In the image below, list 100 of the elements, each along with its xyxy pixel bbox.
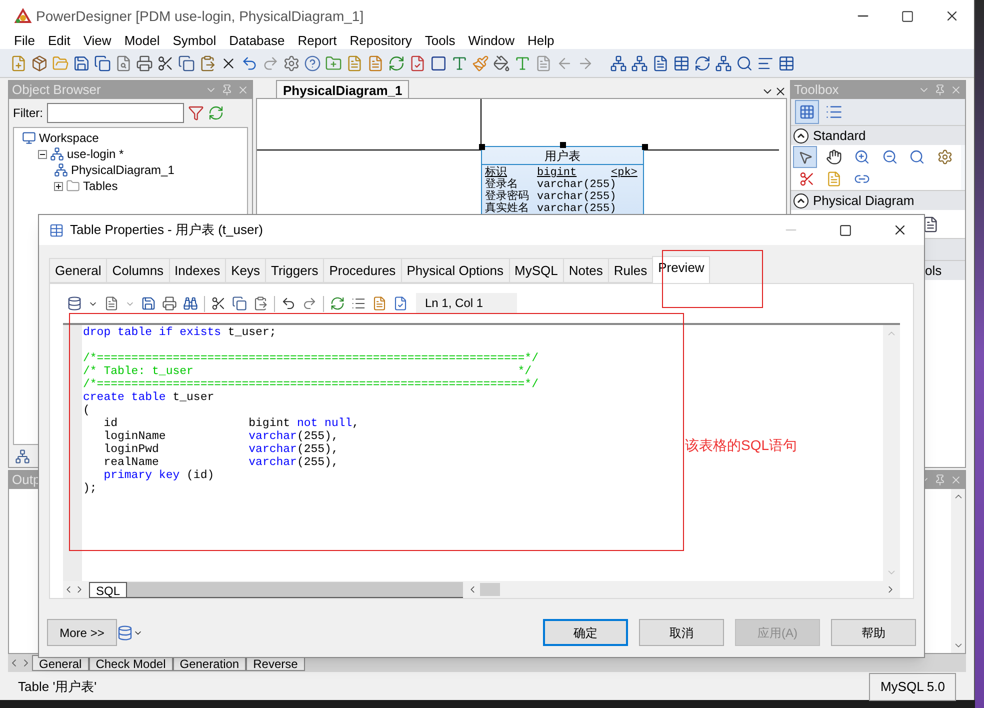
filter-field[interactable] — [47, 103, 184, 123]
tab[interactable]: Rules — [608, 258, 654, 283]
toolbox-section-header[interactable]: Standard — [791, 125, 965, 145]
collapse-icon[interactable] — [793, 192, 809, 208]
tree-item[interactable]: use-login * — [67, 145, 124, 163]
menu-item[interactable]: View — [77, 32, 118, 48]
page-icon[interactable] — [652, 54, 669, 72]
edit-icon[interactable] — [104, 296, 119, 311]
document-icon[interactable] — [922, 216, 939, 232]
hand-icon[interactable] — [826, 149, 842, 165]
properties-icon[interactable] — [937, 149, 954, 165]
refresh-icon[interactable] — [388, 54, 405, 72]
tab[interactable]: Columns — [106, 258, 170, 283]
table-icon[interactable] — [673, 54, 690, 72]
new-file-icon[interactable] — [10, 54, 27, 72]
menu-item[interactable]: Model — [118, 32, 166, 48]
edit-file-icon[interactable] — [372, 296, 387, 311]
print-icon[interactable] — [162, 296, 177, 311]
scroll-thumb[interactable] — [480, 583, 500, 596]
diagram-icon[interactable] — [15, 448, 30, 464]
dialog-button[interactable]: 帮助 — [831, 619, 916, 646]
copy-icon[interactable] — [178, 54, 195, 72]
code-editor[interactable] — [63, 323, 900, 598]
square-icon[interactable] — [430, 54, 447, 72]
tab[interactable]: Procedures — [323, 258, 402, 283]
more-button[interactable]: More >> — [47, 619, 117, 646]
undo-icon[interactable] — [281, 296, 296, 311]
diagram-tab[interactable]: PhysicalDiagram_1 — [276, 80, 410, 98]
tree-item[interactable]: Workspace — [39, 129, 99, 147]
collapse-icon[interactable] — [793, 128, 809, 144]
menu-item[interactable]: File — [8, 32, 41, 48]
menu-item[interactable]: Report — [292, 32, 343, 48]
cut-icon[interactable] — [798, 171, 815, 187]
pointer-icon[interactable] — [793, 146, 817, 168]
tab[interactable]: Triggers — [265, 258, 324, 283]
menu-item[interactable]: Repository — [344, 32, 418, 48]
clear-filter-icon[interactable] — [188, 105, 204, 121]
link-icon[interactable] — [715, 54, 732, 72]
package-icon[interactable] — [31, 54, 48, 72]
close-icon[interactable] — [774, 85, 787, 98]
list-icon[interactable] — [351, 296, 366, 311]
expand-icon[interactable] — [54, 182, 63, 190]
editor-tab[interactable]: SQL — [89, 582, 128, 598]
copy-icon[interactable] — [232, 296, 247, 311]
find-icon[interactable] — [736, 54, 753, 72]
tab[interactable]: Notes — [562, 258, 609, 283]
print-icon[interactable] — [136, 54, 153, 72]
menu-item[interactable]: Database — [223, 32, 291, 48]
collapse-icon[interactable] — [38, 150, 47, 158]
tree-item[interactable]: Tables — [83, 177, 118, 195]
grid-view-icon[interactable] — [795, 100, 819, 124]
report-icon[interactable] — [367, 54, 384, 72]
maximize-icon[interactable] — [839, 224, 852, 236]
tab[interactable]: General — [49, 258, 108, 283]
tab[interactable]: MySQL — [508, 258, 564, 283]
maximize-icon[interactable] — [901, 10, 914, 22]
sync-icon[interactable] — [694, 54, 711, 72]
properties-icon[interactable] — [283, 54, 300, 72]
diagram-icon[interactable] — [610, 54, 627, 72]
zoom-in-icon[interactable] — [854, 149, 870, 165]
redo-icon[interactable] — [302, 296, 317, 311]
help-icon[interactable] — [304, 54, 321, 72]
refresh-icon[interactable] — [330, 296, 345, 311]
dialog-button[interactable]: 确定 — [543, 619, 628, 646]
menu-item[interactable]: Window — [462, 32, 521, 48]
text-tool-icon[interactable] — [451, 54, 468, 72]
menu-item[interactable]: Tools — [418, 32, 462, 48]
paste-icon[interactable] — [199, 54, 216, 72]
cut-icon[interactable] — [211, 296, 226, 311]
fill-icon[interactable] — [493, 54, 510, 72]
tree-item[interactable]: PhysicalDiagram_1 — [71, 161, 174, 179]
refresh-icon[interactable] — [208, 105, 224, 121]
menu-item[interactable]: Help — [522, 32, 560, 48]
save-icon[interactable] — [73, 54, 90, 72]
vertical-scrollbar[interactable] — [951, 489, 965, 653]
toolbox-section-header[interactable]: Physical Diagram — [791, 190, 965, 210]
menu-item[interactable]: Symbol — [166, 32, 222, 48]
menu-item[interactable]: Edit — [42, 32, 76, 48]
font-icon[interactable] — [514, 54, 531, 72]
selection-handle[interactable] — [560, 142, 566, 148]
check-icon[interactable] — [393, 296, 408, 311]
selection-handle[interactable] — [642, 144, 648, 150]
tab[interactable]: Indexes — [168, 258, 226, 283]
new-package-icon[interactable] — [325, 54, 342, 72]
selection-handle[interactable] — [479, 144, 485, 150]
find-icon[interactable] — [183, 296, 198, 311]
database-icon[interactable] — [117, 624, 133, 640]
tab[interactable]: Keys — [225, 258, 266, 283]
save-all-icon[interactable] — [94, 54, 111, 72]
check-icon[interactable] — [409, 54, 426, 72]
print-preview-icon[interactable] — [115, 54, 132, 72]
tab[interactable]: Physical Options — [400, 258, 510, 283]
paste-icon[interactable] — [253, 296, 268, 311]
symbol-icon[interactable] — [631, 54, 648, 72]
zoom-icon[interactable] — [909, 149, 926, 165]
dialog-button[interactable]: 取消 — [639, 619, 724, 646]
save-icon[interactable] — [141, 296, 156, 311]
zoom-out-icon[interactable] — [882, 149, 898, 165]
cut-icon[interactable] — [157, 54, 174, 72]
database-icon[interactable] — [67, 296, 82, 311]
